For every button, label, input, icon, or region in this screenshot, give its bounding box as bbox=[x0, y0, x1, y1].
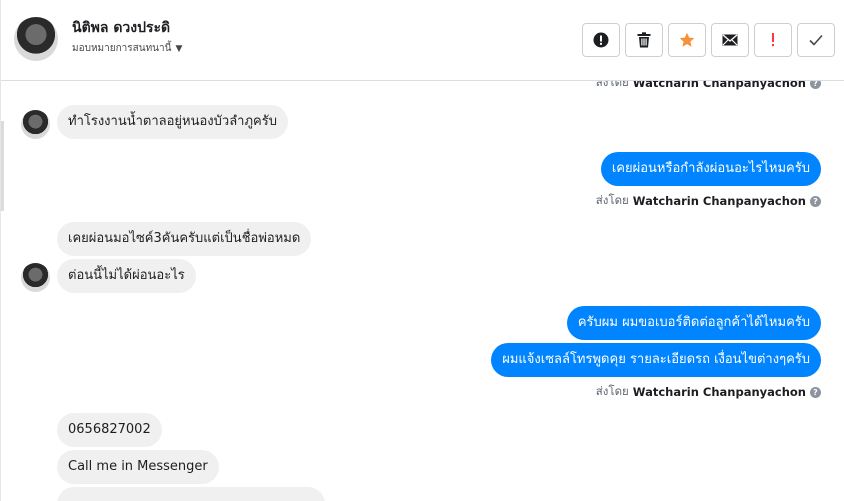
conversation-toolbar bbox=[582, 23, 835, 57]
message-bubble-outgoing[interactable]: เคยผ่อนหรือกำลังผ่อนอะไรไหมครับ bbox=[600, 152, 821, 186]
envelope-icon bbox=[722, 34, 738, 46]
help-icon[interactable]: ? bbox=[810, 386, 821, 398]
message-bubble-outgoing[interactable]: ผมแจ้งเซลล์โทรพูดคุย รายละเอียดรถ เงื่อน… bbox=[491, 343, 821, 377]
mark-done-button[interactable] bbox=[797, 23, 835, 57]
help-icon[interactable]: ? bbox=[810, 81, 821, 89]
caret-down-icon: ▼ bbox=[175, 43, 183, 54]
help-icon[interactable]: ? bbox=[810, 195, 821, 207]
follow-up-button[interactable] bbox=[754, 23, 792, 57]
exclamation-icon bbox=[772, 33, 774, 47]
message-bubble-incoming[interactable]: ต่อนนี้ไม่ได้ผ่อนอะไร bbox=[57, 259, 196, 293]
contact-avatar-small[interactable] bbox=[21, 110, 50, 139]
assign-conversation-dropdown[interactable]: มอบหมายการสนทนานี้ ▼ bbox=[72, 41, 182, 56]
assign-label: มอบหมายการสนทนานี้ bbox=[72, 43, 172, 54]
trash-icon bbox=[637, 32, 651, 48]
mark-spam-button[interactable] bbox=[582, 23, 620, 57]
star-button[interactable] bbox=[668, 23, 706, 57]
message-bubble-incoming[interactable]: Call me in Messenger bbox=[57, 450, 219, 484]
contact-avatar[interactable] bbox=[14, 17, 58, 61]
checkmark-icon bbox=[809, 34, 823, 46]
star-icon bbox=[679, 32, 695, 47]
message-bubble-outgoing[interactable]: ครับผม ผมขอเบอร์ติดต่อลูกค้าได้ไหมครับ bbox=[566, 306, 821, 340]
mark-unread-button[interactable] bbox=[711, 23, 749, 57]
message-bubble-incoming[interactable]: เคยผ่อนมอไซค์3คันครับแต่เป็นชื่อพ่อหมด bbox=[57, 222, 312, 256]
contact-name[interactable]: นิติพล ดวงประดิ bbox=[72, 17, 170, 39]
delete-button[interactable] bbox=[625, 23, 663, 57]
sent-by-label: ส่งโดย Watcharin Chanpanyachon ? bbox=[596, 383, 821, 401]
scrollbar[interactable] bbox=[1, 121, 4, 211]
contact-avatar-small[interactable] bbox=[21, 263, 50, 292]
conversation-window: นิติพล ดวงประดิ มอบหมายการสนทนานี้ ▼ ส่ง… bbox=[0, 0, 844, 501]
alert-circle-icon bbox=[593, 32, 609, 48]
message-thread[interactable]: ส่งโดย Watcharin Chanpanyachon ? ทำโรงงา… bbox=[1, 81, 844, 501]
message-bubble-incoming[interactable]: ทำโรงงานน้ำตาลอยู่หนองบัวลำภูครับ bbox=[57, 105, 288, 139]
sent-by-label: ส่งโดย Watcharin Chanpanyachon ? bbox=[596, 81, 821, 92]
message-bubble-incoming-partial[interactable] bbox=[57, 487, 325, 501]
message-bubble-incoming[interactable]: 0656827002 bbox=[57, 413, 162, 447]
sent-by-label: ส่งโดย Watcharin Chanpanyachon ? bbox=[596, 192, 821, 210]
conversation-header: นิติพล ดวงประดิ มอบหมายการสนทนานี้ ▼ bbox=[1, 0, 844, 81]
